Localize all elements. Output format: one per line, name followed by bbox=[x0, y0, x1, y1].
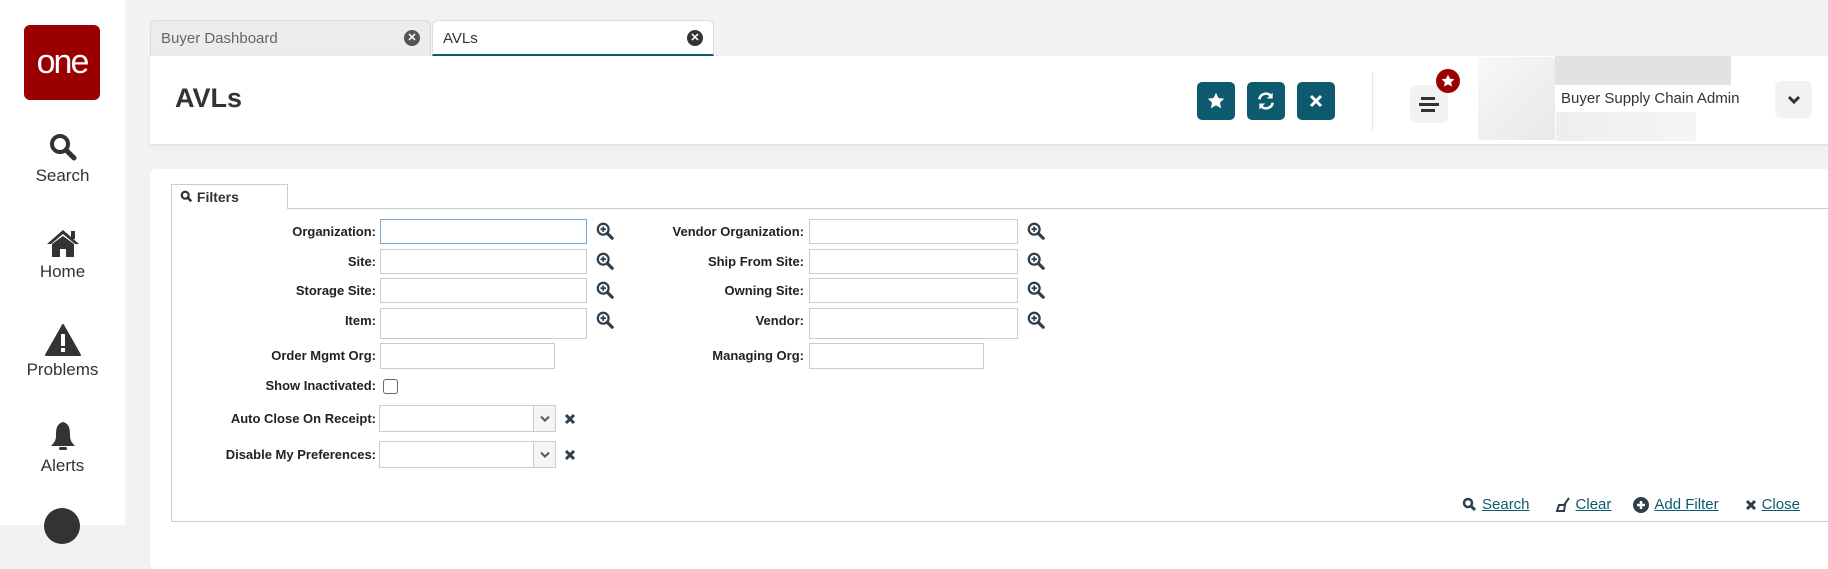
chevron-down-icon bbox=[533, 442, 555, 467]
filter-label: Ship From Site: bbox=[707, 254, 804, 269]
filters-tab[interactable]: Filters bbox=[171, 184, 288, 209]
filter-input[interactable] bbox=[809, 249, 1018, 274]
close-link-label[interactable]: Close bbox=[1762, 496, 1800, 513]
filter-input[interactable] bbox=[809, 278, 1018, 303]
filter-select[interactable] bbox=[379, 405, 556, 432]
logo[interactable]: one bbox=[24, 25, 100, 100]
select-label: Auto Close On Receipt: bbox=[230, 411, 376, 426]
close-icon bbox=[1745, 499, 1756, 510]
lookup-icon[interactable] bbox=[1027, 222, 1045, 240]
user-org-placeholder bbox=[1556, 112, 1696, 141]
lookup-icon[interactable] bbox=[1027, 311, 1045, 329]
add-filter-link[interactable]: Add Filter bbox=[1633, 496, 1719, 513]
divider bbox=[1372, 72, 1373, 130]
filter-input[interactable] bbox=[809, 308, 1018, 339]
tab-buyer-dashboard[interactable]: Buyer Dashboard ✕ bbox=[150, 20, 431, 56]
hamburger-icon bbox=[1419, 97, 1439, 112]
star-icon bbox=[1207, 92, 1225, 109]
clear-select-icon[interactable] bbox=[564, 448, 576, 466]
chevron-down-icon bbox=[1787, 95, 1800, 104]
filter-select[interactable] bbox=[379, 441, 556, 468]
filter-label: Organization: bbox=[292, 224, 376, 239]
close-tab-icon[interactable]: ✕ bbox=[404, 30, 420, 46]
filter-panel: Filters Search Clear Add Filter Close Or… bbox=[150, 169, 1828, 569]
user-menu-button[interactable] bbox=[1775, 81, 1812, 118]
favorites-badge[interactable] bbox=[1436, 69, 1460, 93]
tab-label: AVLs bbox=[443, 30, 478, 47]
filter-label: Site: bbox=[347, 254, 376, 269]
broom-icon bbox=[1555, 496, 1570, 512]
filter-label: Owning Site: bbox=[724, 283, 804, 298]
filter-label: Vendor: bbox=[755, 313, 804, 328]
plus-circle-icon bbox=[1633, 496, 1650, 513]
close-button[interactable] bbox=[1297, 82, 1335, 120]
select-label: Disable My Preferences: bbox=[225, 447, 376, 462]
show-inactivated-label: Show Inactivated: bbox=[265, 378, 376, 393]
filter-label: Managing Org: bbox=[712, 348, 804, 363]
avatar bbox=[1478, 57, 1555, 140]
page-header: AVLs Buyer Supply Chain Admin bbox=[150, 56, 1828, 144]
filter-actions: Search Clear Add Filter Close bbox=[1462, 496, 1800, 513]
close-tab-icon[interactable]: ✕ bbox=[687, 30, 703, 46]
user-name-placeholder bbox=[1555, 56, 1731, 85]
user-icon[interactable] bbox=[44, 508, 80, 544]
refresh-button[interactable] bbox=[1247, 82, 1285, 120]
search-icon bbox=[49, 134, 76, 161]
page-title: AVLs bbox=[175, 83, 243, 113]
bell-icon bbox=[50, 422, 75, 450]
refresh-icon bbox=[1258, 92, 1274, 110]
filters-tab-label: Filters bbox=[196, 189, 239, 205]
clear-link[interactable]: Clear bbox=[1555, 496, 1612, 513]
close-link[interactable]: Close bbox=[1745, 496, 1800, 513]
sidebar-item-search[interactable]: Search bbox=[0, 132, 125, 186]
filter-label: Order Mgmt Org: bbox=[271, 348, 376, 363]
tab-avls[interactable]: AVLs ✕ bbox=[432, 20, 714, 56]
search-icon bbox=[180, 190, 193, 203]
filter-label: Item: bbox=[344, 313, 376, 328]
clear-select-icon[interactable] bbox=[564, 412, 576, 430]
sidebar-item-label: Search bbox=[35, 166, 90, 185]
filter-input[interactable] bbox=[809, 219, 1018, 244]
clear-link-label[interactable]: Clear bbox=[1576, 496, 1612, 513]
chevron-down-icon bbox=[533, 406, 555, 431]
lookup-icon[interactable] bbox=[1027, 252, 1045, 270]
tab-label: Buyer Dashboard bbox=[161, 30, 278, 47]
show-inactivated-checkbox[interactable] bbox=[383, 379, 398, 394]
close-icon bbox=[1309, 94, 1323, 108]
star-icon bbox=[1441, 74, 1455, 87]
search-link-label[interactable]: Search bbox=[1482, 496, 1530, 513]
lookup-icon[interactable] bbox=[1027, 281, 1045, 299]
user-role: Buyer Supply Chain Admin bbox=[1561, 90, 1740, 107]
favorite-button[interactable] bbox=[1197, 82, 1235, 120]
add-filter-link-label[interactable]: Add Filter bbox=[1654, 496, 1718, 513]
search-link[interactable]: Search bbox=[1462, 496, 1530, 513]
search-icon bbox=[1462, 497, 1477, 512]
filter-label: Vendor Organization: bbox=[672, 224, 804, 239]
filter-input[interactable] bbox=[809, 343, 984, 369]
filter-label: Storage Site: bbox=[295, 283, 376, 298]
